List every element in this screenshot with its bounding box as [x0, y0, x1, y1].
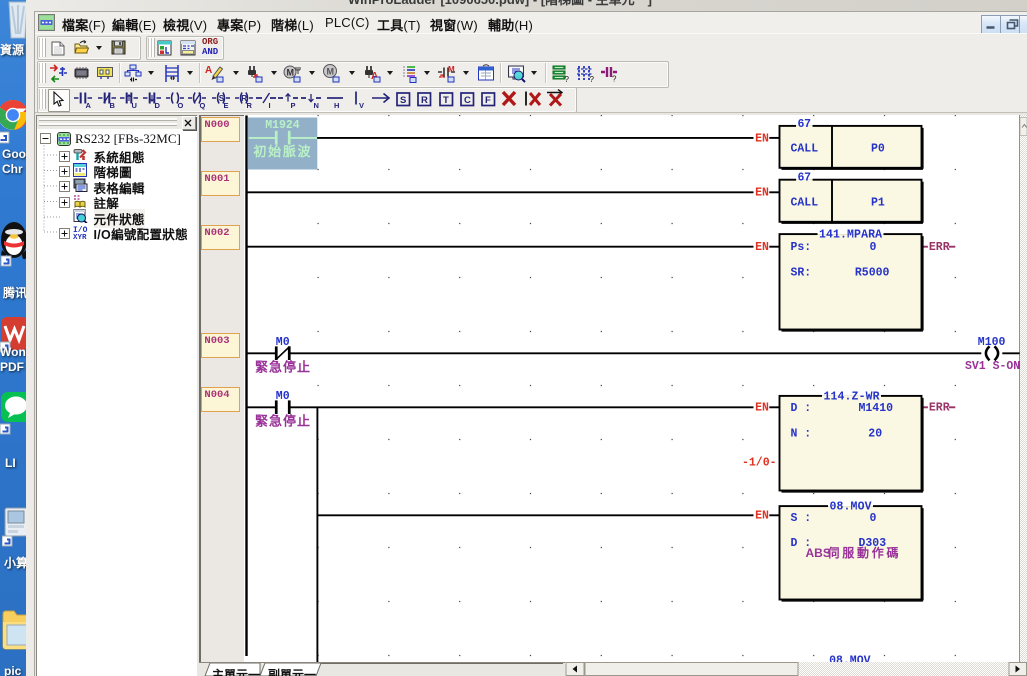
svg-text:0: 0: [869, 512, 876, 525]
svg-text:M1410: M1410: [858, 401, 893, 414]
svg-text:67: 67: [797, 117, 811, 130]
svg-text:141.MPARA: 141.MPARA: [819, 228, 882, 241]
svg-text:M1924: M1924: [265, 119, 300, 132]
svg-text:S: S: [400, 95, 406, 106]
svg-text:?: ?: [565, 75, 570, 83]
svg-text:0: 0: [869, 241, 876, 254]
svg-text:R: R: [421, 95, 428, 106]
svg-text:SR:: SR:: [790, 266, 811, 279]
svg-text:08.MOV: 08.MOV: [829, 654, 871, 662]
svg-text:伺服動作碼: 伺服動作碼: [826, 545, 898, 560]
svg-text:M100: M100: [977, 336, 1005, 349]
svg-text:08.MOV: 08.MOV: [829, 500, 871, 513]
svg-text:A: A: [85, 101, 91, 110]
svg-text:A: A: [205, 65, 212, 76]
svg-text:初始脈波: 初始脈波: [253, 144, 311, 159]
svg-text:D: D: [154, 101, 160, 110]
svg-text:ERR: ERR: [928, 401, 949, 414]
svg-text:EN: EN: [755, 241, 769, 254]
svg-text:20: 20: [868, 427, 882, 440]
svg-text:M0: M0: [275, 390, 289, 403]
svg-text:?: ?: [589, 75, 594, 83]
svg-text:N: N: [313, 101, 318, 110]
svg-text:緊急停止: 緊急停止: [255, 413, 310, 428]
svg-text:H: H: [334, 101, 339, 110]
svg-text:I: I: [269, 101, 271, 110]
svg-text:Q: Q: [199, 101, 205, 110]
svg-text:EN: EN: [755, 509, 769, 522]
svg-text:P: P: [290, 101, 295, 110]
svg-text:EN: EN: [755, 132, 769, 145]
svg-text:緊急停止: 緊急停止: [255, 359, 310, 374]
svg-text:E: E: [224, 101, 229, 110]
svg-text:U: U: [131, 101, 136, 110]
svg-text:D :: D :: [790, 401, 811, 414]
svg-text:O: O: [177, 101, 183, 110]
svg-text:N :: N :: [790, 427, 811, 440]
svg-text:?: ?: [612, 74, 617, 83]
svg-text:CALL: CALL: [790, 142, 818, 155]
svg-text:-1/0-: -1/0-: [742, 456, 777, 469]
svg-text:R: R: [247, 101, 253, 110]
svg-text:EN: EN: [755, 186, 769, 199]
svg-text:EN: EN: [755, 401, 769, 414]
svg-text:T: T: [443, 95, 449, 106]
svg-text:M0: M0: [275, 336, 289, 349]
svg-text:F: F: [485, 95, 491, 106]
svg-text:M: M: [326, 66, 334, 76]
svg-text:V: V: [359, 101, 364, 110]
svg-text:67: 67: [797, 171, 811, 184]
svg-text:C: C: [464, 95, 471, 106]
svg-text:SV1 S-ON: SV1 S-ON: [965, 360, 1020, 373]
svg-text:ERR: ERR: [928, 241, 949, 254]
svg-text:XYR: XYR: [73, 234, 87, 239]
svg-text:Ps:: Ps:: [790, 241, 811, 254]
svg-text:CALL: CALL: [790, 196, 818, 209]
svg-text:S :: S :: [790, 512, 811, 525]
svg-text:R5000: R5000: [854, 266, 889, 279]
svg-text:B: B: [110, 101, 116, 110]
svg-text:P1: P1: [871, 196, 885, 209]
svg-text:P0: P0: [871, 142, 885, 155]
svg-text:M: M: [287, 67, 295, 77]
svg-text:M: M: [448, 65, 455, 74]
